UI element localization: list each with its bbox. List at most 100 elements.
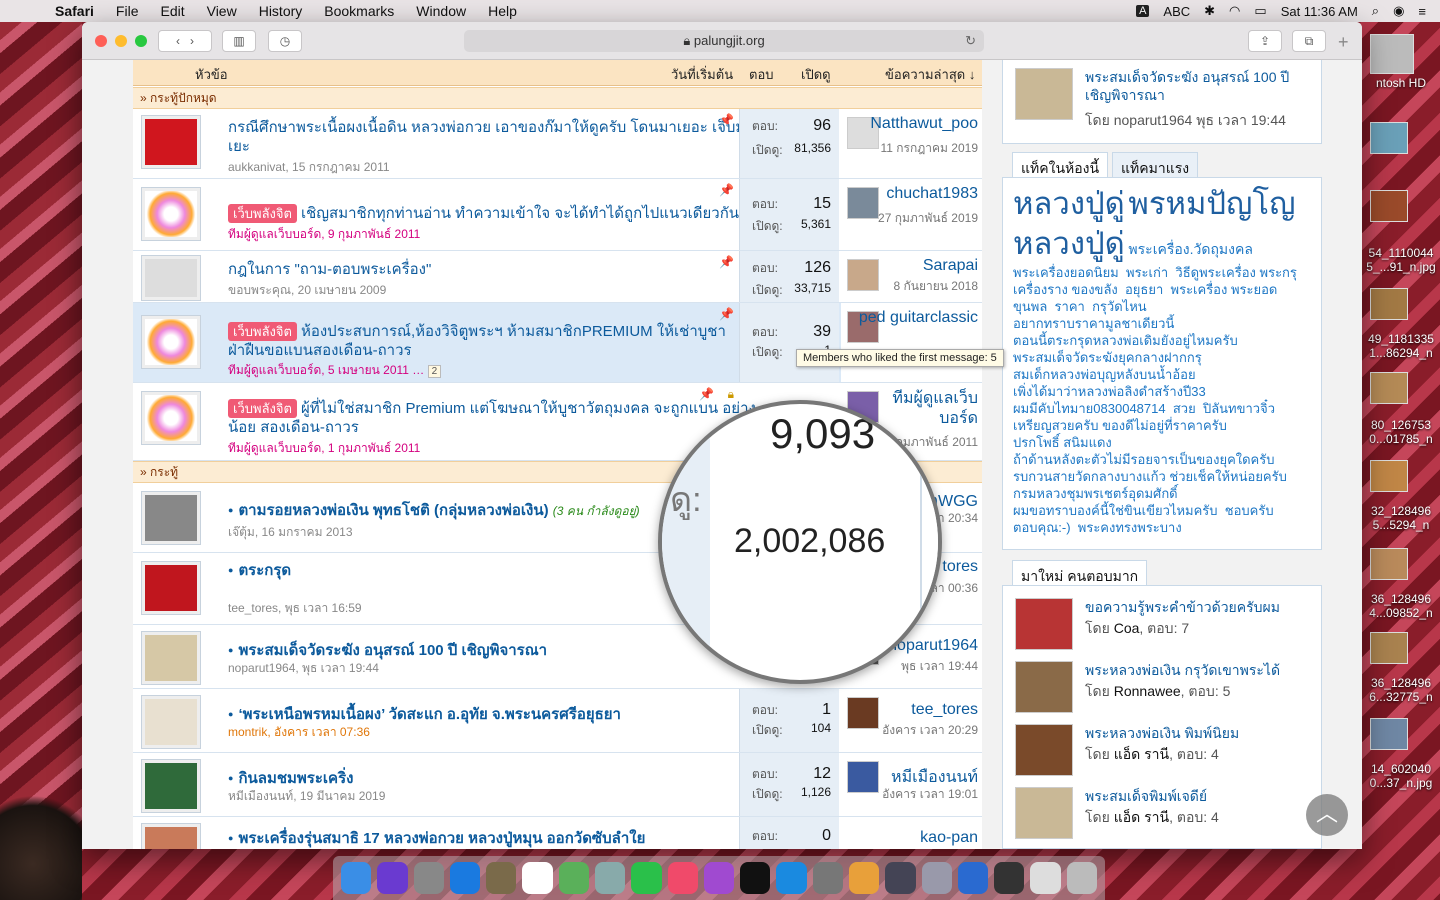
app-store-icon[interactable] (776, 862, 807, 894)
thread-title[interactable]: เว็บพลังจิต ห้องประสบการณ์,ห้องวิจิตูพระฯ… (228, 322, 762, 360)
thread-meta[interactable]: หมีเมืองนนท์, 19 มีนาคม 2019 (228, 787, 385, 806)
thread-avatar[interactable] (141, 695, 201, 749)
thread-title-text[interactable]: กินลมชมพระเคริ่ง (238, 770, 353, 787)
thread-avatar[interactable] (141, 315, 201, 369)
file-thumbnail-icon[interactable] (1370, 718, 1408, 750)
wifi-icon[interactable]: ◠ (1229, 3, 1240, 19)
file-thumbnail-icon[interactable] (1370, 632, 1408, 664)
spotlight-icon[interactable]: ⌕ (1372, 3, 1379, 19)
tag-link[interactable]: อยุธยา (1125, 282, 1163, 297)
last-post-date[interactable]: 8 กันยายน 2018 (868, 277, 978, 296)
calendar-icon[interactable] (522, 862, 553, 894)
file-thumbnail-icon[interactable] (1370, 122, 1408, 154)
thread-avatar[interactable] (141, 561, 201, 615)
thread-title-text[interactable]: ‘พระเหนือพรหมเนื้อผง’ วัดสะแก อ.อุทัย จ.… (238, 706, 621, 723)
thread-meta[interactable]: ทีมผู้ดูแลเว็บบอร์ด, 9 กุมภาพันธ์ 2011 (228, 225, 420, 244)
system-preferences-icon[interactable] (812, 862, 843, 894)
tag-link[interactable]: ชอบครับ (1225, 503, 1274, 518)
menu-help[interactable]: Help (477, 3, 528, 19)
thread-thumbnail[interactable] (1015, 68, 1073, 120)
sidebar-thread-title[interactable]: ขอความรู้พระคำข้าวด้วยครับผม (1085, 598, 1315, 616)
tag-link[interactable]: ปรกโพธิ์ สนิมแดง (1013, 435, 1112, 450)
thread-title-text[interactable]: เชิญสมาชิกทุกท่านอ่าน ทำความเข้าใจ จะได้… (301, 205, 739, 222)
menu-bookmarks[interactable]: Bookmarks (313, 3, 405, 19)
tag-link[interactable]: พระเครื่อง.วัดถุมงคล (1128, 241, 1253, 257)
thread-prefix[interactable]: เว็บพลังจิต (228, 322, 297, 341)
tag-link[interactable]: พระคงทรงพระบาง (1078, 520, 1182, 535)
tag-link[interactable]: ผมขอทราบองค์นี้ใช่ขินเขียวไหมครับ (1013, 503, 1218, 518)
tag-link[interactable]: รบกวนสายวัดกลางบางแก้ว ช่วยเช็คให้หน่อยค… (1013, 469, 1287, 484)
menu-view[interactable]: View (196, 3, 248, 19)
tag-link[interactable]: ราคา (1055, 299, 1085, 314)
thread-meta[interactable]: tee_tores, พุธ เวลา 16:59 (228, 599, 362, 618)
thread-title[interactable]: ● ‘พระเหนือพรหมเนื้อผง’ วัดสะแก อ.อุทัย จ… (228, 705, 762, 724)
trash-icon[interactable] (1066, 862, 1097, 894)
minimize-window-icon[interactable] (115, 34, 127, 47)
page-link[interactable]: 2 (427, 365, 442, 378)
thread-title-text[interactable]: ตามรอยหลวงพ่อเงิน พุทธโชติ (กลุ่มหลวงพ่อ… (238, 502, 548, 519)
app-icon[interactable] (885, 862, 916, 894)
app-icon[interactable] (994, 862, 1025, 894)
tag-link[interactable]: กรมหลวงชุมพรเชตร์อุดมศักดิ์ (1013, 486, 1178, 501)
back-forward-buttons[interactable]: ‹ › (158, 30, 212, 52)
col-start-date[interactable]: วันที่เริ่มต้น (671, 64, 733, 85)
thread-meta-text[interactable]: ทีมผู้ดูแลเว็บบอร์ด, 5 เมษายน 2011 (228, 363, 409, 377)
thread-thumbnail[interactable] (1015, 598, 1073, 650)
back-icon[interactable]: ‹ (176, 34, 180, 48)
last-poster-name[interactable]: chuchat1983 (886, 185, 978, 203)
thread-meta[interactable]: เจ๊ตุ้ม, 16 มกราคม 2013 (228, 523, 353, 542)
meta-user[interactable]: แอ็ด รานี (1114, 746, 1169, 762)
tag-link[interactable]: วิธีดูพระเครื่อง (1175, 265, 1256, 280)
thread-avatar[interactable] (141, 491, 201, 545)
thread-title[interactable]: ● พระเครื่องรุ่นสมาธิ 17 หลวงพ่อกวย หลวงป… (228, 829, 762, 848)
sidebar-thread-title[interactable]: พระหลวงพ่อเงิน พิมพ์นิยม (1085, 724, 1315, 742)
menu-edit[interactable]: Edit (149, 3, 195, 19)
tag-link[interactable]: ปิลันทขาวจิ๋ว (1203, 401, 1275, 416)
tab-tags-hot[interactable]: แท็คมาแรง (1112, 152, 1199, 178)
col-topic[interactable]: หัวข้อ (195, 64, 228, 85)
sidebar-thread-title[interactable]: พระสมเด็จวัดระฆัง อนุสรณ์ 100 ปี เชิญพิจ… (1085, 68, 1315, 104)
file-thumbnail-icon[interactable] (1370, 548, 1408, 580)
document-icon[interactable] (1030, 862, 1061, 894)
tag-link[interactable]: เครื่องราง ของขลัง (1013, 282, 1118, 297)
thread-avatar[interactable] (141, 187, 201, 241)
tag-link[interactable]: พรหมปัญโญ (1128, 186, 1295, 221)
share-icon[interactable]: ⇪ (1248, 30, 1282, 52)
meta-user[interactable]: Coa (1114, 620, 1140, 636)
tag-link[interactable]: พระสมเด็จวัดระฆังยุคกลางฝากกรุ (1013, 350, 1202, 365)
thread-meta[interactable]: montrik, อังคาร เวลา 07:36 (228, 723, 370, 742)
zoom-window-icon[interactable] (135, 34, 147, 47)
thread-title[interactable]: เว็บพลังจิต เชิญสมาชิกทุกท่านอ่าน ทำความเ… (228, 204, 762, 223)
thread-thumbnail[interactable] (1015, 661, 1073, 713)
thread-meta[interactable]: aukkanivat, 15 กรกฎาคม 2011 (228, 158, 390, 177)
meta-user[interactable]: แอ็ด รานี (1114, 809, 1169, 825)
file-thumbnail-icon[interactable] (1370, 460, 1408, 492)
last-poster-name[interactable]: tee_tores (911, 701, 978, 719)
last-post-date[interactable]: 11 กรกฎาคม 2019 (868, 139, 978, 158)
thread-title[interactable]: กฎในการ "ถาม-ตอบพระเครื่อง" (228, 260, 762, 279)
thread-avatar[interactable] (141, 391, 201, 445)
tag-link[interactable]: ตอบคุณ:-) (1013, 520, 1071, 535)
tv-icon[interactable] (740, 862, 771, 894)
hard-drive-icon[interactable] (1370, 34, 1414, 74)
address-bar[interactable]: 🔒︎ palungjit.org ↻ (464, 30, 984, 52)
thread-meta[interactable]: noparut1964, พุธ เวลา 19:44 (228, 659, 379, 678)
tag-link[interactable]: พระเครื่อง (1171, 282, 1228, 297)
thread-thumbnail[interactable] (1015, 724, 1073, 776)
history-icon[interactable]: ◷ (268, 30, 302, 52)
safari-icon[interactable] (449, 862, 481, 894)
thread-meta[interactable]: ทีมผู้ดูแลเว็บบอร์ด, 1 กุมภาพันธ์ 2011 (228, 439, 420, 458)
app-icon[interactable] (921, 862, 952, 894)
menubar-clock[interactable]: Sat 11:36 AM (1281, 4, 1358, 19)
meta-user[interactable]: Ronnawee (1114, 683, 1181, 699)
col-latest[interactable]: ข้อความล่าสุด ↓ (885, 64, 975, 85)
thread-meta[interactable]: ทีมผู้ดูแลเว็บบอร์ด, 5 เมษายน 2011 … 2 (228, 361, 442, 380)
launchpad-icon[interactable] (413, 862, 444, 894)
tag-link[interactable]: เพิ่งได้มาว่าหลวงพ่อลิงดำสร้างปี33 (1013, 384, 1206, 399)
thread-avatar[interactable] (141, 631, 201, 685)
reload-icon[interactable]: ↻ (965, 30, 976, 52)
last-poster-name[interactable]: Sarapai (923, 257, 978, 275)
scroll-to-top-button[interactable]: ︿ (1306, 794, 1348, 836)
menu-app[interactable]: Safari (44, 3, 105, 19)
file-thumbnail-icon[interactable] (1370, 190, 1408, 222)
